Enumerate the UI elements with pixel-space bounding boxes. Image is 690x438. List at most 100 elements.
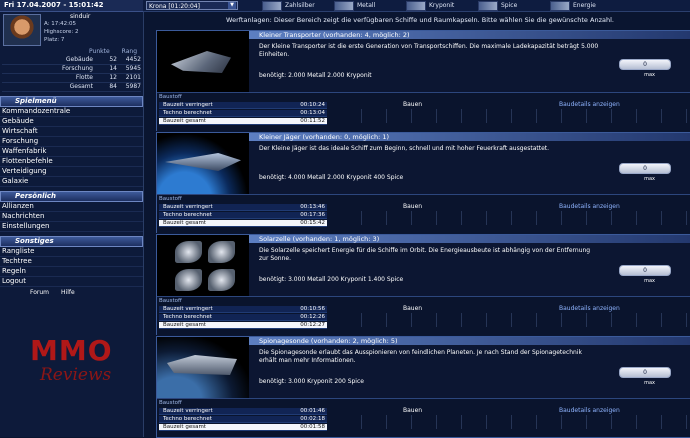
menu-item-einstellungen[interactable]: Einstellungen <box>0 222 143 232</box>
divider <box>337 415 687 429</box>
row-value: 00:17:36 <box>300 212 325 218</box>
resource-zahlsilber: Zahlsilber <box>262 0 322 11</box>
panel-tab[interactable]: Baustoff <box>159 94 182 100</box>
row-value: 00:13:04 <box>300 110 325 116</box>
quantity-input[interactable]: 0 <box>619 163 671 174</box>
build-row: Techno berechnet 00:02:18 <box>159 416 327 423</box>
ship-description: Die Solarzelle speichert Energie für die… <box>259 247 591 262</box>
stats-table: Punkte Rang Gebäude 52 4452 Forschung 14… <box>2 48 141 92</box>
divider <box>337 211 687 225</box>
row-value: 00:13:46 <box>300 204 325 210</box>
build-panel: Baustoff Bauzeit verringert 00:13:46 Tech… <box>157 194 690 233</box>
ship-title: Kleiner Transporter (vorhanden: 4, mögli… <box>249 31 690 39</box>
left-sidebar: Fri 17.04.2007 - 15:01:42 sinduir A: 17:… <box>0 0 144 437</box>
row-value: 00:12:26 <box>300 314 325 320</box>
stats-punkte: 52 <box>109 56 117 63</box>
build-row-total: Bauzeit gesamt 00:12:27 <box>159 322 327 329</box>
stats-rang: 4452 <box>125 56 141 63</box>
quantity-input[interactable]: 0 <box>619 367 671 378</box>
ship-image[interactable] <box>157 31 249 93</box>
footer-links: Forum Hilfe <box>0 289 143 296</box>
bauen-button[interactable]: Bauen <box>403 407 422 414</box>
stats-row: Flotte 12 2101 <box>2 74 141 83</box>
stats-rang: 2101 <box>125 74 141 81</box>
row-value: 00:10:56 <box>300 306 325 312</box>
menu-item-nachrichten[interactable]: Nachrichten <box>0 212 143 222</box>
stats-col-rang: Rang <box>121 48 137 55</box>
transporter-image <box>171 51 231 73</box>
ship-description: Der Kleine Transporter ist die erste Gen… <box>259 43 599 58</box>
kryponit-icon <box>406 0 426 11</box>
build-row: Bauzeit verringert 00:13:46 <box>159 204 327 211</box>
build-row: Techno berechnet 00:13:04 <box>159 110 327 117</box>
ship-card: Solarzelle (vorhanden: 1, möglich: 3) Di… <box>156 234 690 335</box>
avatar[interactable] <box>3 14 41 46</box>
menu-item-wirtschaft[interactable]: Wirtschaft <box>0 127 143 137</box>
planet-select[interactable]: Krona [01:20:04] ▼ <box>146 1 238 10</box>
menu-item-techtree[interactable]: Techtree <box>0 257 143 267</box>
hilfe-link[interactable]: Hilfe <box>61 289 75 296</box>
baudetails-link[interactable]: Baudetails anzeigen <box>559 305 620 312</box>
stats-rang: 5987 <box>125 83 141 90</box>
build-row: Techno berechnet 00:12:26 <box>159 314 327 321</box>
bauen-button[interactable]: Bauen <box>403 305 422 312</box>
ship-image[interactable] <box>157 337 249 399</box>
menu-item-galaxie[interactable]: Galaxie <box>0 177 143 187</box>
bauen-button[interactable]: Bauen <box>403 203 422 210</box>
bauen-button[interactable]: Bauen <box>403 101 422 108</box>
baudetails-link[interactable]: Baudetails anzeigen <box>559 203 620 210</box>
baudetails-link[interactable]: Baudetails anzeigen <box>559 407 620 414</box>
max-label[interactable]: max <box>644 72 655 78</box>
build-row-total: Bauzeit gesamt 00:01:58 <box>159 424 327 431</box>
panel-tab[interactable]: Baustoff <box>159 196 182 202</box>
menu-item-forschung[interactable]: Forschung <box>0 137 143 147</box>
menu-item-rangliste[interactable]: Rangliste <box>0 247 143 257</box>
max-label[interactable]: max <box>644 176 655 182</box>
planet-select-value: Krona [01:20:04] <box>149 3 200 10</box>
forum-link[interactable]: Forum <box>30 289 49 296</box>
ship-costs: benötigt: 4.000 Metall 2.000 Kryponit 40… <box>259 174 404 181</box>
menu-item-verteidigung[interactable]: Verteidigung <box>0 167 143 177</box>
max-label[interactable]: max <box>644 380 655 386</box>
stats-label: Gesamt <box>69 83 93 90</box>
row-label: Bauzeit gesamt <box>163 220 206 226</box>
stats-header: Punkte Rang <box>2 48 141 56</box>
profile-panel: sinduir A: 17:42:05 Highscore: 2 Platz: … <box>0 12 143 48</box>
stats-rang: 5945 <box>125 65 141 72</box>
ship-image[interactable] <box>157 133 249 195</box>
ship-image[interactable] <box>157 235 249 297</box>
panel-tab[interactable]: Baustoff <box>159 298 182 304</box>
build-row: Bauzeit verringert 00:10:24 <box>159 102 327 109</box>
quantity-input[interactable]: 0 <box>619 265 671 276</box>
player-name: sinduir <box>70 13 91 20</box>
baudetails-link[interactable]: Baudetails anzeigen <box>559 101 620 108</box>
ship-title: Spionagesonde (vorhanden: 2, möglich: 5) <box>249 337 690 345</box>
row-value: 00:10:24 <box>300 102 325 108</box>
menu-head-persoenlich: Persönlich <box>0 191 143 202</box>
resource-label: Spice <box>501 2 518 9</box>
resource-label: Kryponit <box>429 2 455 9</box>
menu-item-logout[interactable]: Logout <box>0 277 143 287</box>
stats-row: Forschung 14 5945 <box>2 65 141 74</box>
row-label: Bauzeit gesamt <box>163 424 206 430</box>
menu-head-sonstiges: Sonstiges <box>0 236 143 247</box>
menu-item-allianzen[interactable]: Allianzen <box>0 202 143 212</box>
row-label: Bauzeit verringert <box>163 408 213 414</box>
ship-description: Der Kleine Jäger ist das ideale Schiff z… <box>259 145 550 152</box>
menu-item-flottenbefehle[interactable]: Flottenbefehle <box>0 157 143 167</box>
row-label: Techno berechnet <box>163 314 212 320</box>
solarzelle-image <box>175 241 235 291</box>
quantity-input[interactable]: 0 <box>619 59 671 70</box>
panel-tab[interactable]: Baustoff <box>159 400 182 406</box>
stats-label: Flotte <box>75 74 93 81</box>
resource-label: Zahlsilber <box>285 2 315 9</box>
resource-metall: Metall <box>334 0 394 11</box>
max-label[interactable]: max <box>644 278 655 284</box>
menu-item-gebaeude[interactable]: Gebäude <box>0 117 143 127</box>
build-panel: Baustoff Bauzeit verringert 00:10:56 Tech… <box>157 296 690 335</box>
menu-item-regeln[interactable]: Regeln <box>0 267 143 277</box>
ship-card: Spionagesonde (vorhanden: 2, möglich: 5)… <box>156 336 690 438</box>
menu-item-kommandozentrale[interactable]: Kommandozentrale <box>0 107 143 117</box>
menu-item-waffenfabrik[interactable]: Waffenfabrik <box>0 147 143 157</box>
page-description: Werftanlagen: Dieser Bereich zeigt die v… <box>226 16 614 24</box>
